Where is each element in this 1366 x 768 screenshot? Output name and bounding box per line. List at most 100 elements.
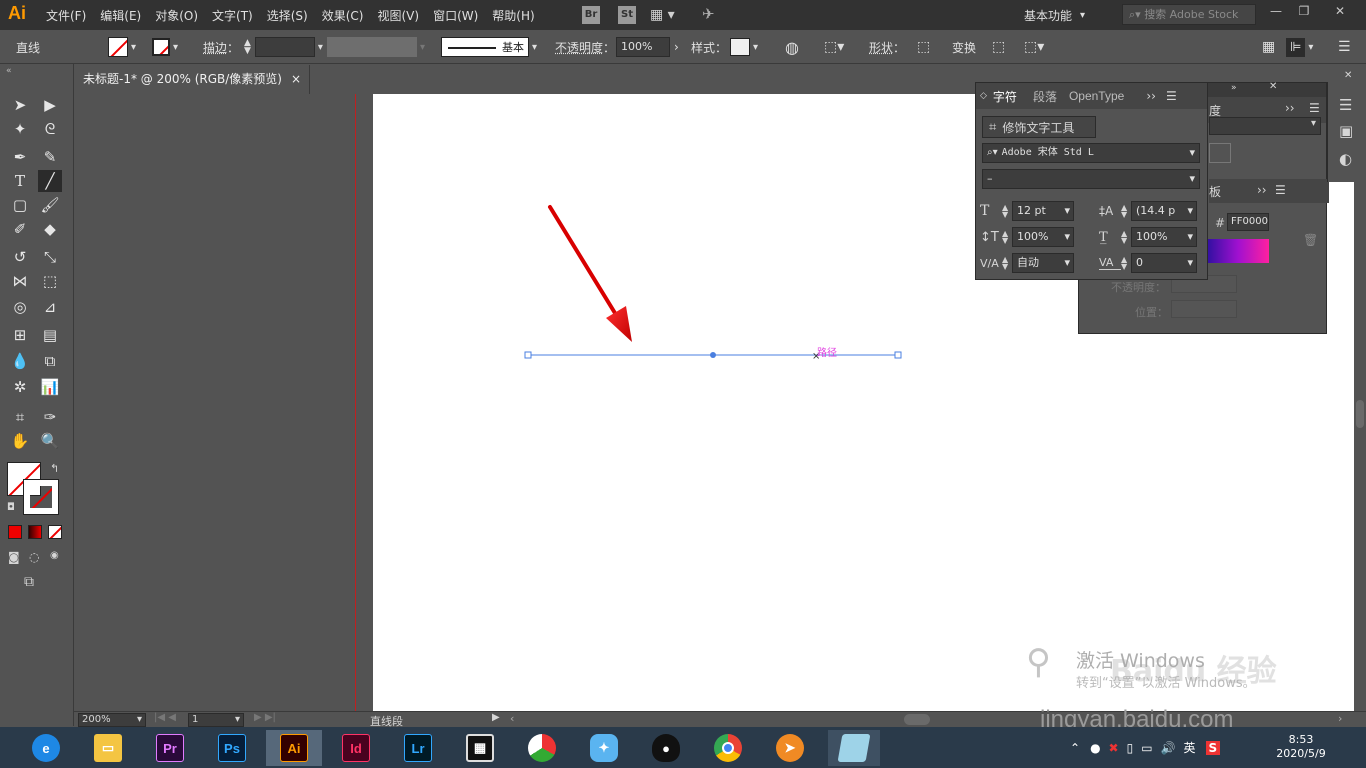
appearance-panel-icon[interactable]: ◐: [1339, 150, 1352, 168]
tray-overflow-icon[interactable]: ⌃: [1070, 741, 1080, 755]
taskbar-file-explorer[interactable]: ▭: [88, 730, 128, 766]
tray-volume-icon[interactable]: 🔊: [1161, 741, 1176, 755]
horizontal-scale-control[interactable]: T̲ ▲ ▼ 100% ▾: [1099, 227, 1197, 247]
status-menu-icon[interactable]: ▶: [492, 712, 500, 723]
font-style-field[interactable]: – ▾: [982, 169, 1200, 189]
stepper-icon[interactable]: ▲ ▼: [1002, 204, 1012, 219]
stepper-icon[interactable]: ▲ ▼: [1002, 230, 1012, 245]
opacity-mask-icon[interactable]: [1209, 143, 1231, 163]
system-tray: ⌃ ● ✖ ▯ ▭ 🔊 英 S: [1070, 727, 1221, 768]
taskbar-qq[interactable]: ●: [646, 730, 686, 766]
collapse-panel-icon[interactable]: ››: [1257, 183, 1267, 197]
zoom-field[interactable]: 200% ▾: [78, 713, 146, 727]
horizontal-scale-field[interactable]: 100% ▾: [1131, 227, 1197, 247]
browser-icon: e: [32, 734, 60, 762]
vertical-scale-icon: ↕T: [980, 229, 999, 245]
umbrella-icon: [528, 734, 556, 762]
taskbar-clock[interactable]: 8:53 2020/5/9: [1270, 733, 1332, 761]
taskbar-indesign[interactable]: Id: [336, 730, 376, 766]
kerning-control[interactable]: V/A ▲ ▼ 自动 ▾: [980, 253, 1074, 273]
stepper-icon[interactable]: ▲ ▼: [1121, 256, 1131, 271]
tray-sogou-icon[interactable]: S: [1205, 740, 1221, 755]
taskbar-illustrator[interactable]: Ai: [266, 730, 322, 766]
panel-menu-icon[interactable]: ☰: [1166, 89, 1177, 103]
first-artboard-icon[interactable]: |◀ ◀: [154, 712, 176, 723]
tray-qq-icon[interactable]: ●: [1090, 741, 1100, 755]
artboard-number-field[interactable]: 1 ▾: [188, 713, 244, 727]
stepper-icon[interactable]: ▲ ▼: [1121, 230, 1131, 245]
tray-network-icon[interactable]: ▭: [1141, 741, 1152, 755]
panel-menu-icon[interactable]: ☰: [1275, 183, 1286, 197]
font-size-control[interactable]: T ▲ ▼ 12 pt ▾: [980, 201, 1074, 221]
stepper-icon[interactable]: ▲ ▼: [1002, 256, 1012, 271]
last-artboard-icon[interactable]: ▶ ▶|: [254, 712, 276, 723]
taskbar-bird-app[interactable]: ✦: [584, 730, 624, 766]
scroll-left-icon[interactable]: ‹: [510, 712, 514, 725]
center-point[interactable]: [710, 352, 716, 358]
leading-field[interactable]: (14.4 p ▾: [1131, 201, 1197, 221]
tray-antivirus-icon[interactable]: ✖: [1109, 741, 1119, 755]
taskbar-lightroom[interactable]: Lr: [398, 730, 438, 766]
chevron-down-icon: ▾: [136, 714, 142, 725]
font-size-field[interactable]: 12 pt ▾: [1012, 201, 1074, 221]
red-arrow-annotation: [548, 205, 632, 342]
chevron-down-icon: ▾: [1187, 230, 1193, 243]
vertical-scrollbar[interactable]: [1354, 94, 1366, 711]
collapse-panel-icon[interactable]: »: [1231, 83, 1237, 93]
taskbar-video-editor[interactable]: ▦: [460, 730, 500, 766]
fox-icon: ➤: [776, 734, 804, 762]
character-panel-tabs: ◇ 字符 段落 OpenType ›› ☰: [976, 83, 1207, 109]
leading-icon: ‡A: [1099, 204, 1114, 218]
panel-expand-icon[interactable]: ◇: [980, 91, 987, 101]
taskbar-chrome[interactable]: [708, 730, 748, 766]
taskbar-notes[interactable]: [828, 730, 880, 766]
collapse-panel-icon[interactable]: ››: [1146, 89, 1156, 103]
tracking-field[interactable]: 0 ▾: [1131, 253, 1197, 273]
tray-ime-indicator[interactable]: 英: [1184, 739, 1196, 756]
selected-line-path[interactable]: ⨯: [524, 351, 902, 362]
taskbar-umbrella-app[interactable]: [522, 730, 562, 766]
taskbar-360-browser[interactable]: e: [26, 730, 66, 766]
font-family-field[interactable]: ⌕▾ Adobe 宋体 Std L ▾: [982, 143, 1200, 163]
kerning-field[interactable]: 自动 ▾: [1012, 253, 1074, 273]
tracking-control[interactable]: VA ▲ ▼ 0 ▾: [1099, 253, 1197, 273]
swatch-tab-row: 板 ›› ☰: [1209, 179, 1329, 203]
tray-battery-icon[interactable]: ▯: [1127, 741, 1134, 755]
vertical-scroll-thumb[interactable]: [1356, 400, 1364, 428]
bird-icon: ✦: [590, 734, 618, 762]
stop-position-label: 位置：: [1135, 306, 1168, 319]
taskbar-premiere[interactable]: Pr: [150, 730, 190, 766]
vertical-scale-control[interactable]: ↕T ▲ ▼ 100% ▾: [980, 227, 1074, 247]
clock-date: 2020/5/9: [1276, 747, 1326, 760]
taskbar-photoshop[interactable]: Ps: [212, 730, 252, 766]
trash-icon[interactable]: 🗑: [1303, 233, 1318, 247]
film-icon: ▦: [466, 734, 494, 762]
touch-type-tool-button[interactable]: ⌗ 修饰文字工具: [982, 116, 1096, 138]
close-dock-icon[interactable]: ✕: [1344, 70, 1352, 81]
anchor-point-end[interactable]: [894, 351, 902, 359]
stepper-icon[interactable]: ▲ ▼: [1121, 204, 1131, 219]
vertical-scale-field[interactable]: 100% ▾: [1012, 227, 1074, 247]
search-icon: ⌕▾: [987, 147, 998, 158]
taskbar-fox-app[interactable]: ➤: [770, 730, 810, 766]
chevron-down-icon: ▾: [1189, 146, 1195, 159]
hex-prefix: #: [1215, 216, 1226, 230]
close-panel-icon[interactable]: ✕: [1269, 81, 1277, 92]
blend-mode-dropdown[interactable]: ▾: [1209, 117, 1321, 135]
transparency-panel-icon[interactable]: ▣: [1339, 122, 1353, 140]
tab-partial-swatches[interactable]: 板: [1209, 183, 1221, 200]
horizontal-scroll-thumb[interactable]: [904, 714, 930, 725]
color-spectrum[interactable]: [1207, 239, 1269, 263]
properties-panel-icon[interactable]: ☰: [1339, 96, 1352, 114]
chevron-down-icon: ▾: [234, 714, 240, 725]
tab-opentype[interactable]: OpenType: [1069, 89, 1124, 103]
watermark-overlay: ⚲ 激活 Windows 转到“设置”以激活 Windows。 Baidu 经验…: [1026, 620, 1350, 733]
panel-menu-icon[interactable]: ☰: [1309, 101, 1320, 115]
leading-control[interactable]: ‡A ▲ ▼ (14.4 p ▾: [1099, 201, 1197, 221]
tab-character[interactable]: 字符: [993, 88, 1017, 105]
collapse-panel-icon[interactable]: ››: [1285, 101, 1295, 115]
kerning-icon: V/A: [980, 256, 999, 270]
hex-color-field[interactable]: FF0000: [1227, 213, 1269, 231]
tab-paragraph[interactable]: 段落: [1033, 88, 1057, 105]
anchor-point-start[interactable]: [524, 351, 532, 359]
